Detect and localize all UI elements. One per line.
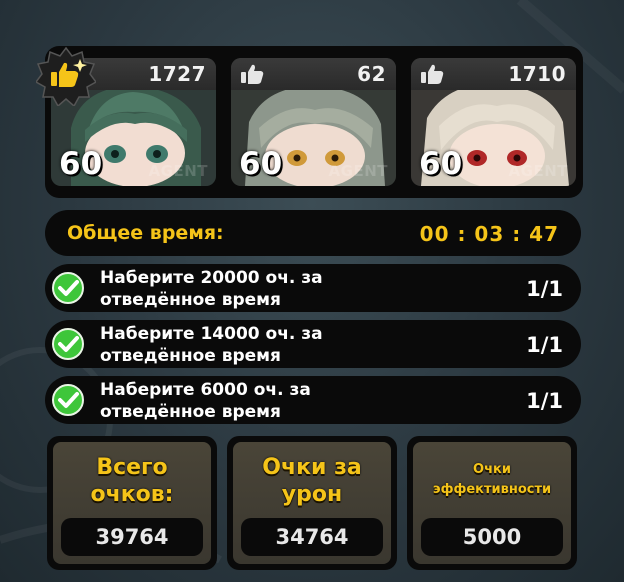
total-time-value: 00 : 03 : 47 bbox=[419, 222, 559, 246]
team-panel: 1727 AGENT 60 62 AGENT 60 1710 AGENT 60 bbox=[45, 46, 583, 198]
top-contributor-badge-icon bbox=[36, 46, 96, 106]
damage-score-value-box: 34764 bbox=[241, 518, 383, 556]
character-score: 1710 bbox=[508, 62, 566, 86]
check-icon bbox=[52, 272, 84, 304]
task-row: Наберите 20000 оч. за отведённое время 1… bbox=[45, 264, 581, 312]
total-score-panel: Всего очков: 39764 bbox=[47, 436, 217, 570]
character-card-2[interactable]: 62 AGENT 60 bbox=[231, 58, 396, 186]
total-score-title-line2: очков: bbox=[90, 482, 174, 507]
task-progress: 1/1 bbox=[526, 333, 563, 357]
efficiency-score-title-line2: эффективности bbox=[432, 482, 552, 497]
total-score-value-box: 39764 bbox=[61, 518, 203, 556]
agent-watermark: AGENT bbox=[328, 162, 388, 180]
task-text: Наберите 14000 оч. за отведённое время bbox=[100, 323, 480, 367]
task-text-line1: Наберите 6000 оч. за bbox=[100, 380, 311, 400]
total-score-value: 39764 bbox=[95, 525, 169, 549]
damage-score-title: Очки за урон bbox=[233, 454, 391, 508]
efficiency-score-panel: Очки эффективности 5000 bbox=[407, 436, 577, 570]
check-icon bbox=[52, 384, 84, 416]
agent-watermark: AGENT bbox=[508, 162, 568, 180]
task-progress: 1/1 bbox=[526, 389, 563, 413]
efficiency-score-value-box: 5000 bbox=[421, 518, 563, 556]
task-row: Наберите 14000 оч. за отведённое время 1… bbox=[45, 320, 581, 368]
task-row: Наберите 6000 оч. за отведённое время 1/… bbox=[45, 376, 581, 424]
check-icon bbox=[52, 328, 84, 360]
character-card-3[interactable]: 1710 AGENT 60 bbox=[411, 58, 576, 186]
task-text-line2: отведённое время bbox=[100, 402, 281, 422]
efficiency-score-value: 5000 bbox=[462, 525, 522, 549]
task-progress: 1/1 bbox=[526, 277, 563, 301]
agent-watermark: AGENT bbox=[148, 162, 208, 180]
damage-score-value: 34764 bbox=[275, 525, 349, 549]
total-time-label: Общее время: bbox=[67, 222, 224, 244]
task-text-line1: Наберите 14000 оч. за bbox=[100, 324, 323, 344]
thumbs-up-icon bbox=[421, 64, 444, 84]
task-text-line1: Наберите 20000 оч. за bbox=[100, 268, 323, 288]
task-text-line2: отведённое время bbox=[100, 290, 281, 310]
character-level: 60 bbox=[419, 146, 463, 182]
character-score: 1727 bbox=[148, 62, 206, 86]
character-score: 62 bbox=[357, 62, 386, 86]
character-level: 60 bbox=[59, 146, 103, 182]
damage-score-title-line1: Очки за bbox=[262, 455, 362, 480]
total-score-title-line1: Всего bbox=[96, 455, 168, 480]
thumbs-up-icon bbox=[241, 64, 264, 84]
damage-score-title-line2: урон bbox=[281, 482, 343, 507]
efficiency-score-title: Очки эффективности bbox=[413, 460, 571, 500]
total-time-bar: Общее время: 00 : 03 : 47 bbox=[45, 210, 581, 256]
task-text: Наберите 6000 оч. за отведённое время bbox=[100, 379, 480, 423]
total-score-title: Всего очков: bbox=[53, 454, 211, 508]
efficiency-score-title-line1: Очки bbox=[473, 462, 511, 477]
character-level: 60 bbox=[239, 146, 283, 182]
task-text: Наберите 20000 оч. за отведённое время bbox=[100, 267, 480, 311]
task-text-line2: отведённое время bbox=[100, 346, 281, 366]
damage-score-panel: Очки за урон 34764 bbox=[227, 436, 397, 570]
